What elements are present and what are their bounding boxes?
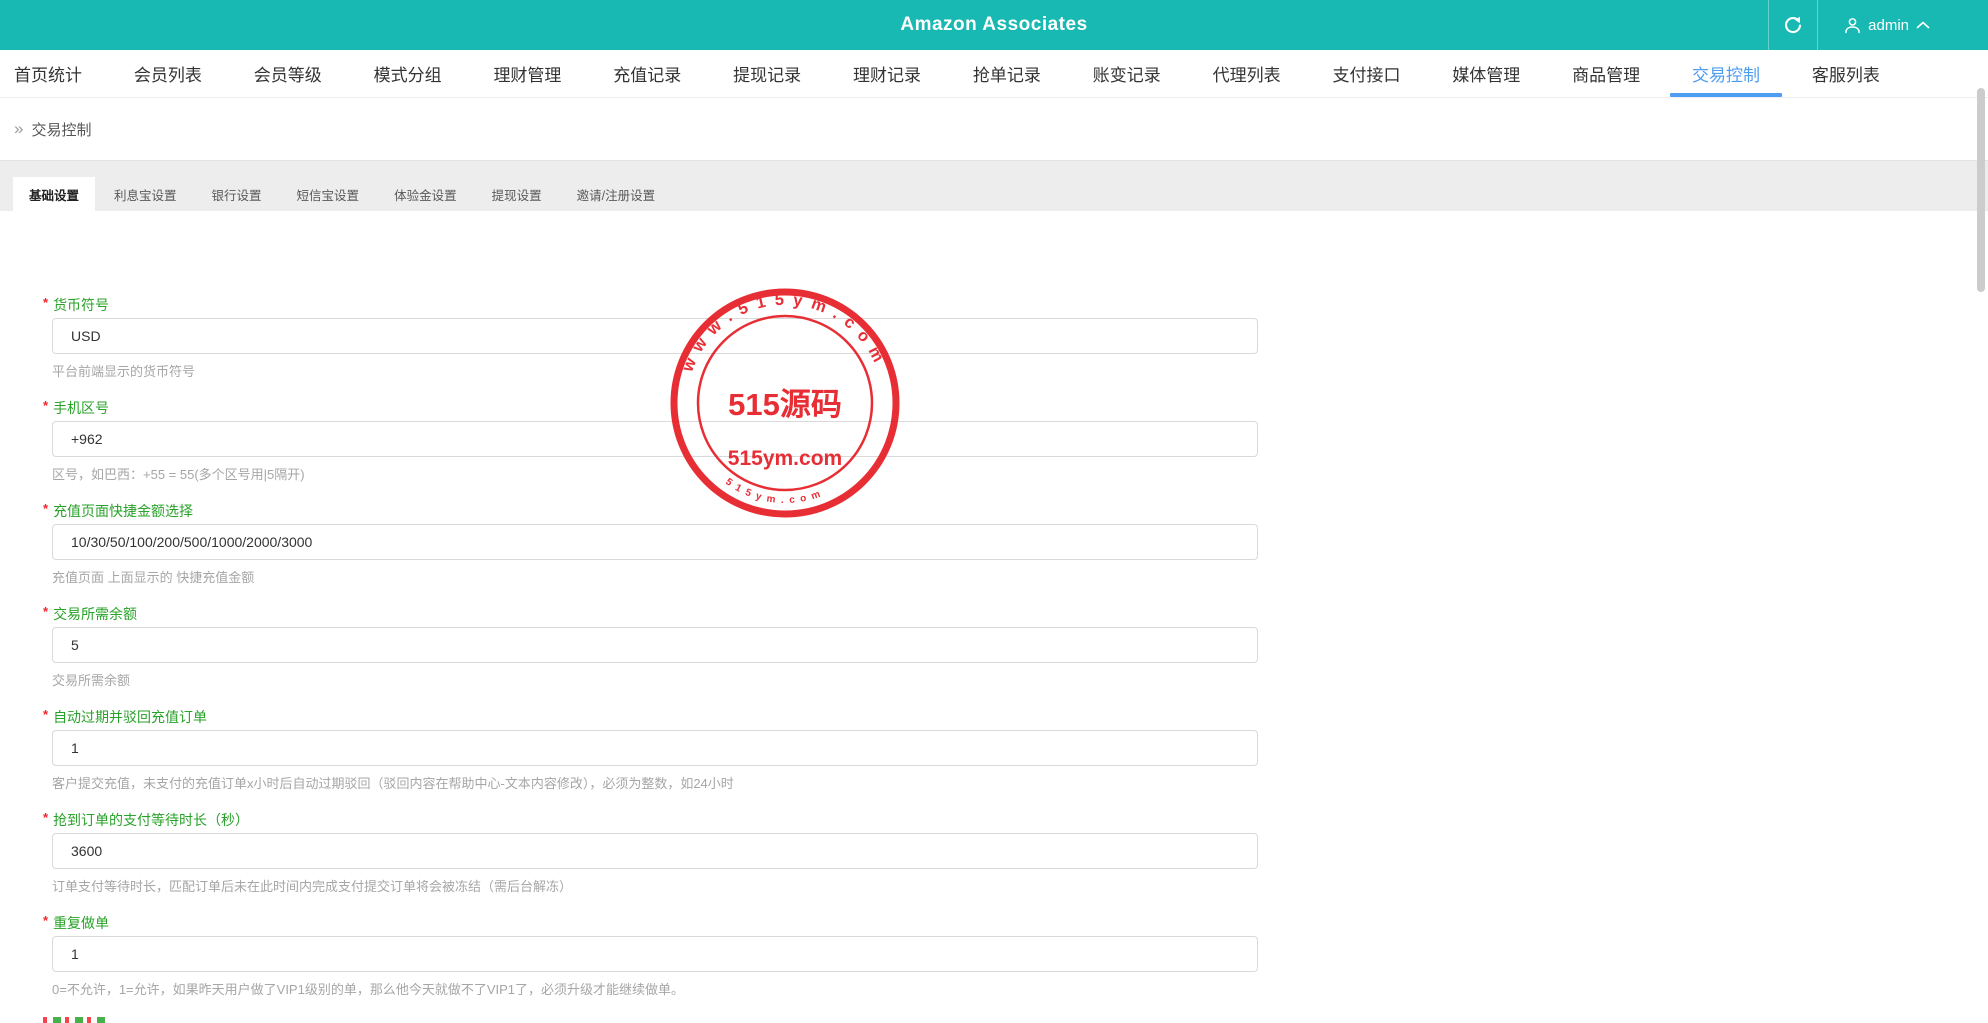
nav-item-trade-control[interactable]: 交易控制 [1692,50,1760,97]
vertical-scrollbar-thumb[interactable] [1977,88,1985,292]
phone-area-code-input[interactable] [52,421,1258,457]
chevron-up-icon [1916,21,1930,29]
nav-item-finance-log[interactable]: 理财记录 [853,50,921,97]
field-hint: 交易所需余额 [52,673,1988,688]
required-asterisk: * [43,294,48,312]
tab-interest-settings[interactable]: 利息宝设置 [98,177,193,211]
field-hint: 订单支付等待时长，匹配订单后未在此时间内完成支付提交订单将会被冻结（需后台解冻） [52,879,1988,894]
nav-item-goods-manage[interactable]: 商品管理 [1572,50,1640,97]
required-asterisk: * [43,912,48,930]
breadcrumb: » 交易控制 [0,98,1988,161]
tab-withdraw-settings[interactable]: 提现设置 [476,177,558,211]
field-label: * 充值页面快捷金额选择 [52,502,1988,520]
field-label: * 手机区号 [52,399,1988,417]
settings-form: * 货币符号 平台前端显示的货币符号 * 手机区号 区号，如巴西：+55 = 5… [0,211,1988,1023]
nav-item-media-manage[interactable]: 媒体管理 [1452,50,1520,97]
nav-item-finance-manage[interactable]: 理财管理 [493,50,561,97]
next-field-label-clipped [43,1017,109,1023]
field-label: * 交易所需余额 [52,605,1988,623]
repeat-order-input[interactable] [52,936,1258,972]
nav-item-recharge-log[interactable]: 充值记录 [613,50,681,97]
field-label-text: 充值页面快捷金额选择 [53,502,193,520]
nav-item-member-level[interactable]: 会员等级 [254,50,322,97]
settings-tabs: 基础设置 利息宝设置 银行设置 短信宝设置 体验金设置 提现设置 邀请/注册设置 [0,161,1988,211]
tab-basic-settings[interactable]: 基础设置 [13,177,95,211]
breadcrumb-label: 交易控制 [31,119,91,140]
tab-sms-settings[interactable]: 短信宝设置 [281,177,376,211]
required-asterisk: * [43,500,48,518]
breadcrumb-arrow-icon: » [14,119,23,139]
user-menu[interactable]: admin [1818,0,1988,50]
currency-symbol-input[interactable] [52,318,1258,354]
field-label-text: 重复做单 [53,914,109,932]
field-label-text: 货币符号 [53,296,109,314]
required-asterisk: * [43,809,48,827]
nav-item-agent-list[interactable]: 代理列表 [1213,50,1281,97]
header-actions: admin [1768,0,1988,50]
nav-item-service-list[interactable]: 客服列表 [1812,50,1880,97]
field-hint: 充值页面 上面显示的 快捷充值金额 [52,570,1988,585]
nav-item-member-list[interactable]: 会员列表 [134,50,202,97]
required-asterisk: * [43,706,48,724]
field-label: * 货币符号 [52,296,1988,314]
nav-item-withdraw-log[interactable]: 提现记录 [733,50,801,97]
field-hint: 区号，如巴西：+55 = 55(多个区号用|5隔开) [52,467,1988,482]
field-hint: 客户提交充值，未支付的充值订单x小时后自动过期驳回（驳回内容在帮助中心-文本内容… [52,776,1988,791]
field-label: * 抢到订单的支付等待时长（秒） [52,811,1988,829]
nav-item-balance-log[interactable]: 账变记录 [1093,50,1161,97]
field-currency-symbol: * 货币符号 平台前端显示的货币符号 [52,296,1988,379]
refresh-button[interactable] [1768,0,1818,50]
required-balance-input[interactable] [52,627,1258,663]
main-nav: 首页统计 会员列表 会员等级 模式分组 理财管理 充值记录 提现记录 理财记录 … [0,50,1988,98]
field-label-text: 手机区号 [53,399,109,417]
field-pay-wait-seconds: * 抢到订单的支付等待时长（秒） 订单支付等待时长，匹配订单后未在此时间内完成支… [52,811,1988,894]
pay-wait-seconds-input[interactable] [52,833,1258,869]
nav-item-pay-interface[interactable]: 支付接口 [1332,50,1400,97]
field-label: * 重复做单 [52,914,1988,932]
field-required-balance: * 交易所需余额 交易所需余额 [52,605,1988,688]
top-header: Amazon Associates admin [0,0,1988,50]
field-label-text: 交易所需余额 [53,605,137,623]
quick-amounts-input[interactable] [52,524,1258,560]
nav-item-mode-group[interactable]: 模式分组 [374,50,442,97]
tab-bank-settings[interactable]: 银行设置 [196,177,278,211]
field-repeat-order: * 重复做单 0=不允许，1=允许，如果昨天用户做了VIP1级别的单，那么他今天… [52,914,1988,997]
field-label-text: 抢到订单的支付等待时长（秒） [53,811,249,829]
field-quick-amounts: * 充值页面快捷金额选择 充值页面 上面显示的 快捷充值金额 [52,502,1988,585]
field-auto-expire-order: * 自动过期并驳回充值订单 客户提交充值，未支付的充值订单x小时后自动过期驳回（… [52,708,1988,791]
field-hint: 平台前端显示的货币符号 [52,364,1988,379]
tab-trial-fund-settings[interactable]: 体验金设置 [378,177,473,211]
user-icon [1844,17,1861,34]
tab-invite-register-settings[interactable]: 邀请/注册设置 [561,177,671,211]
nav-item-grab-order-log[interactable]: 抢单记录 [973,50,1041,97]
refresh-icon [1783,15,1803,35]
admin-app: Amazon Associates admin 首页统计 [0,0,1988,1023]
auto-expire-order-input[interactable] [52,730,1258,766]
username: admin [1868,17,1909,34]
nav-item-home-stats[interactable]: 首页统计 [14,50,82,97]
app-title: Amazon Associates [900,14,1087,36]
required-asterisk: * [43,397,48,415]
field-label-text: 自动过期并驳回充值订单 [53,708,207,726]
required-asterisk: * [43,603,48,621]
field-label: * 自动过期并驳回充值订单 [52,708,1988,726]
field-hint: 0=不允许，1=允许，如果昨天用户做了VIP1级别的单，那么他今天就做不了VIP… [52,982,1988,997]
field-phone-area-code: * 手机区号 区号，如巴西：+55 = 55(多个区号用|5隔开) [52,399,1988,482]
